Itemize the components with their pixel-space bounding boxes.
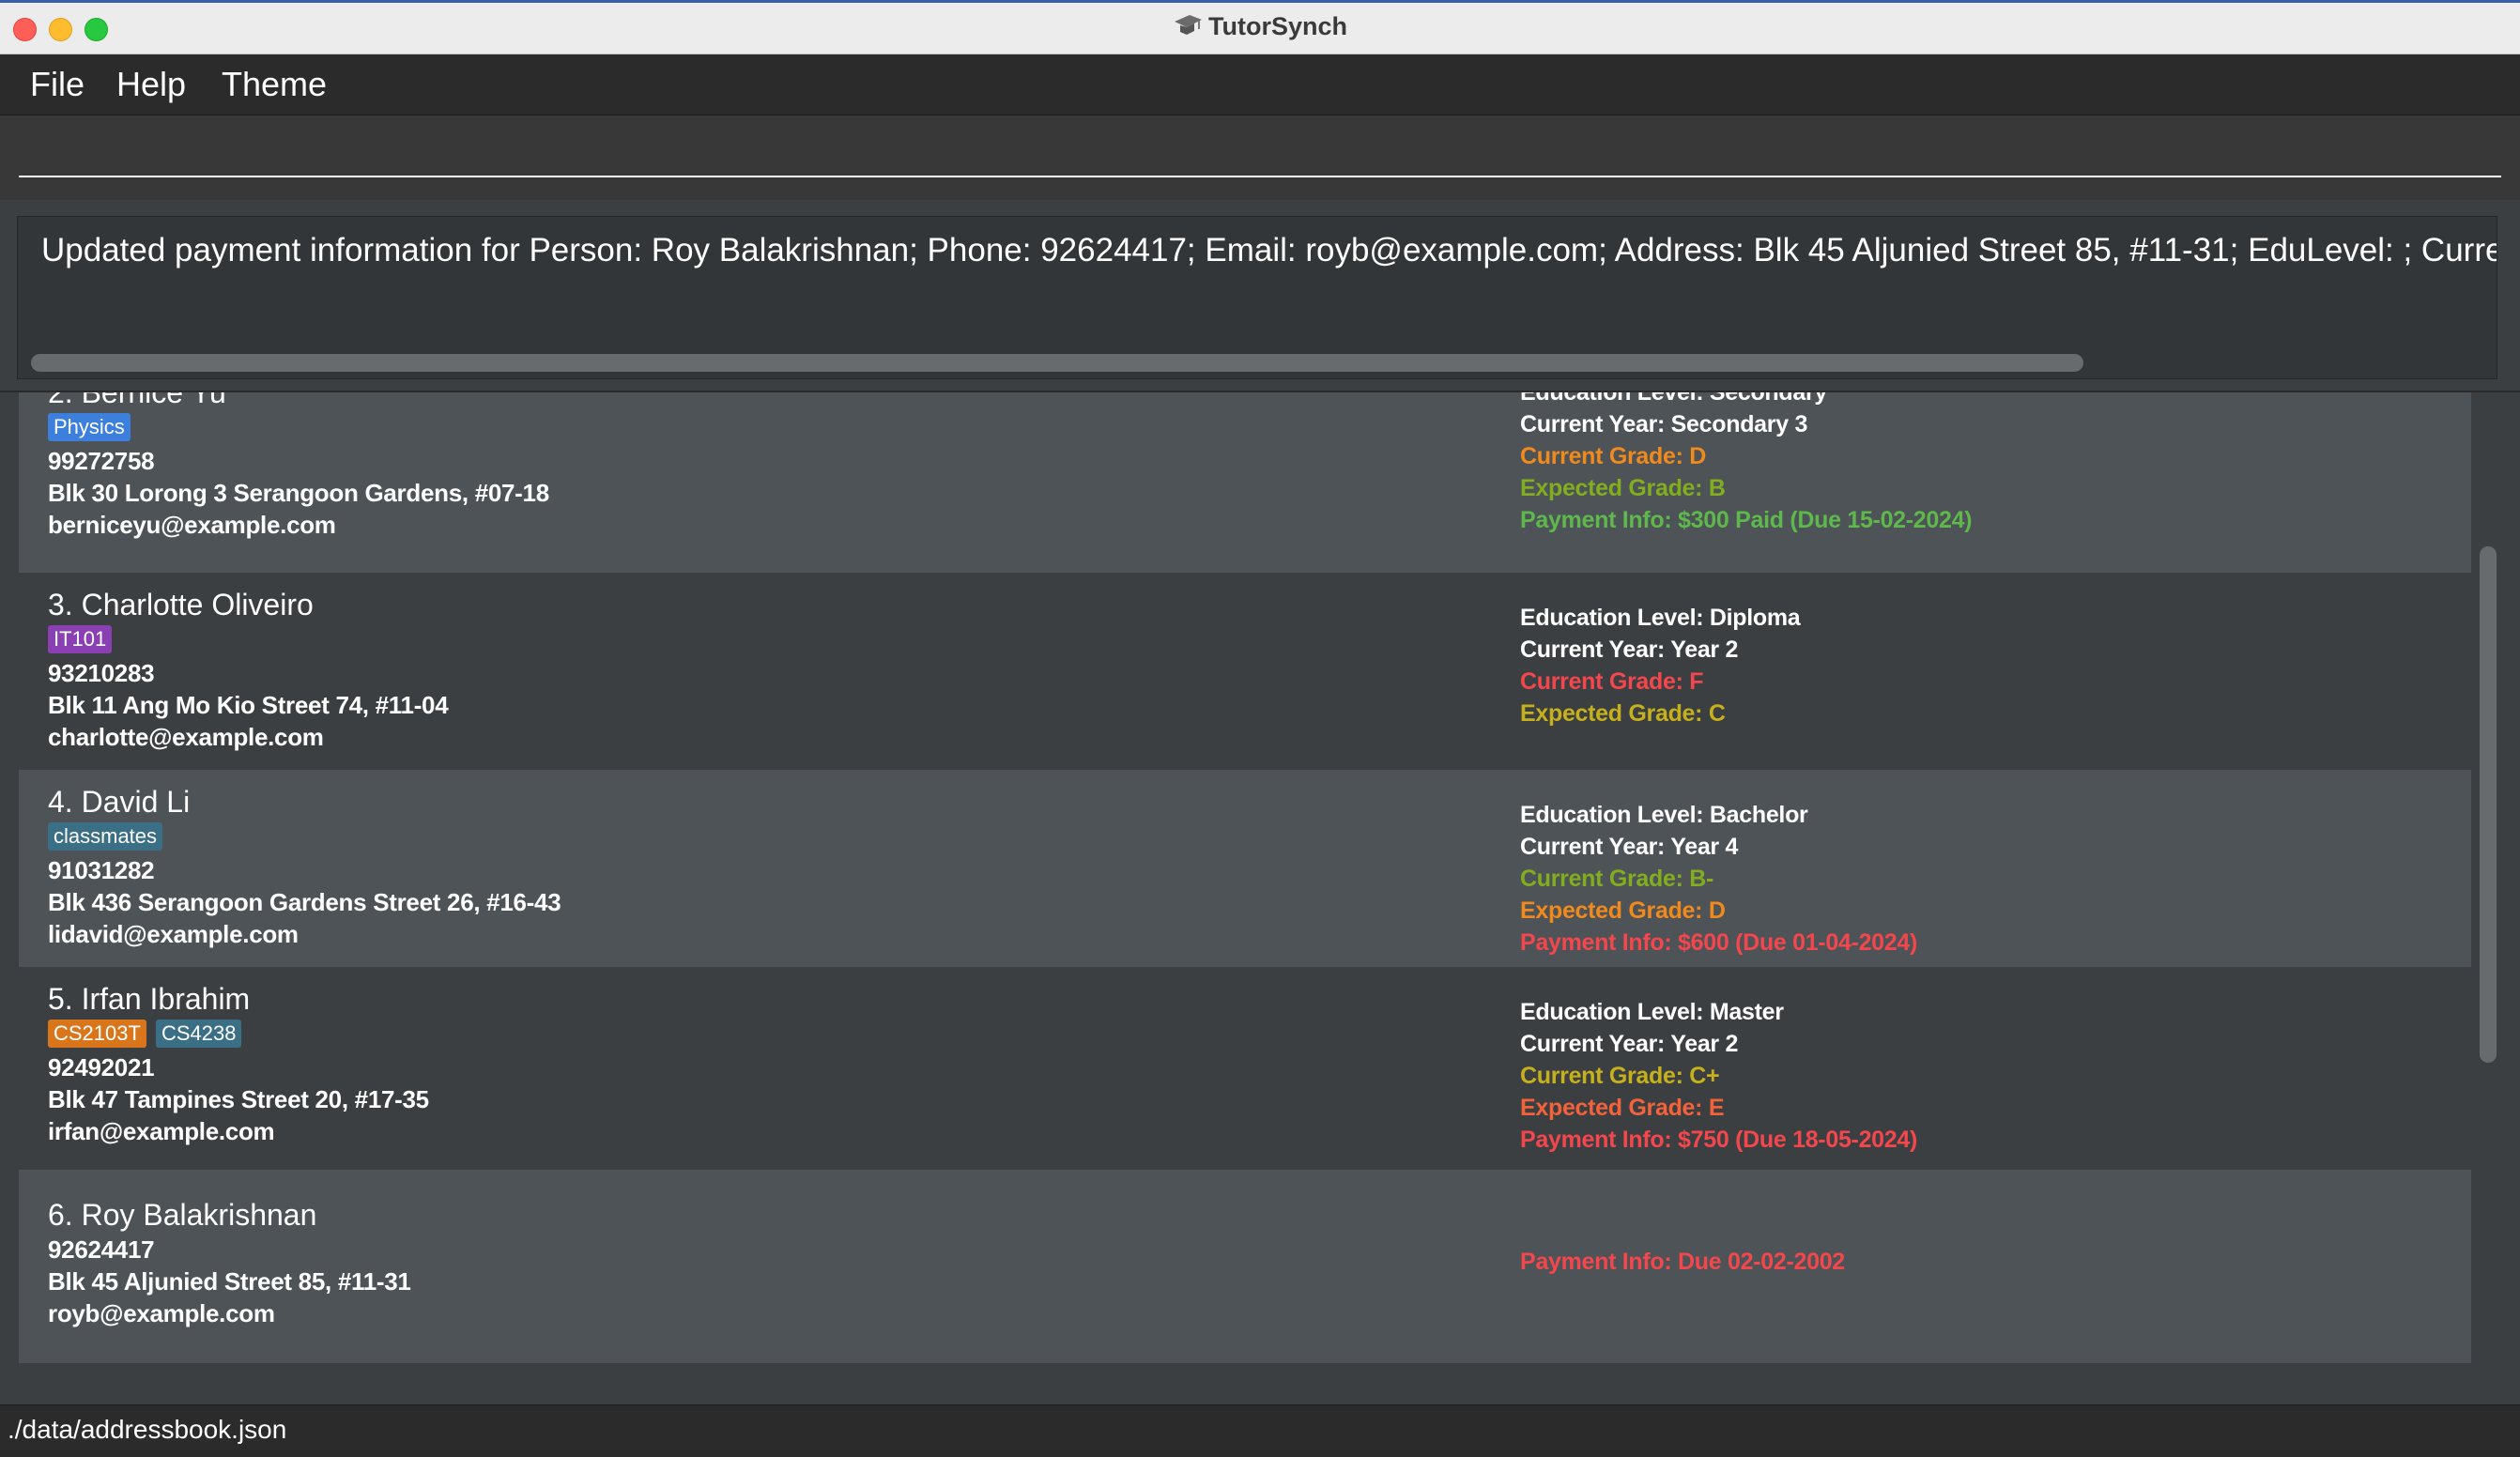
payment-info: Payment Info: $750 (Due 18-05-2024) [1520,1127,1918,1153]
person-email: royb@example.com [48,1299,275,1327]
command-box [0,115,2520,200]
current-grade: Current Grade: D [1520,443,1707,469]
person-card[interactable]: 2. Bernice Yu Physics 99272758 Blk 30 Lo… [19,392,2471,573]
title-bar: TutorSynch [0,0,2520,54]
data-file-path: ./data/addressbook.json [8,1415,287,1444]
education-level: Education Level: Bachelor [1520,802,1808,828]
person-address: Blk 436 Serangoon Gardens Street 26, #16… [48,888,561,916]
tag: CS4238 [155,1020,242,1048]
person-email: lidavid@example.com [48,920,299,948]
person-phone: 99272758 [48,447,155,475]
person-phone: 93210283 [48,659,155,687]
current-year: Current Year: Year 4 [1520,834,1739,860]
tag: CS2103T [48,1020,146,1048]
current-year: Current Year: Secondary 3 [1520,411,1808,437]
expected-grade: Expected Grade: C [1520,700,1726,727]
expected-grade: Expected Grade: B [1520,475,1726,501]
current-grade: Current Grade: C+ [1520,1063,1720,1089]
person-address: Blk 45 Aljunied Street 85, #11-31 [48,1267,411,1296]
person-card[interactable]: 3. Charlotte Oliveiro IT101 93210283 Blk… [19,573,2471,770]
person-phone: 92492021 [48,1053,155,1081]
person-address: Blk 30 Lorong 3 Serangoon Gardens, #07-1… [48,479,549,507]
person-name: 5. Irfan Ibrahim [48,982,251,1016]
person-tags: CS2103T CS4238 [48,1020,251,1048]
person-name: 4. David Li [48,785,191,819]
current-year: Current Year: Year 2 [1520,1031,1739,1057]
current-grade: Current Grade: B- [1520,866,1714,892]
expected-grade: Expected Grade: E [1520,1095,1725,1121]
menu-file[interactable]: File [30,65,85,104]
education-level: Education Level: Master [1520,999,1784,1025]
current-year: Current Year: Year 2 [1520,636,1739,663]
payment-info: Payment Info: $600 (Due 01-04-2024) [1520,929,1918,956]
education-level: Education Level: Diploma [1520,605,1801,631]
person-phone: 91031282 [48,856,155,884]
person-address: Blk 47 Tampines Street 20, #17-35 [48,1085,429,1113]
tag: classmates [48,822,163,851]
person-card[interactable]: 6. Roy Balakrishnan 92624417 Blk 45 Alju… [19,1170,2471,1363]
person-address: Blk 11 Ang Mo Kio Street 74, #11-04 [48,691,449,719]
person-card[interactable]: 5. Irfan Ibrahim CS2103T CS4238 92492021 … [19,967,2471,1164]
person-tags: Physics [48,413,140,441]
tag: IT101 [48,625,113,653]
person-name: 2. Bernice Yu [48,392,226,409]
menu-bar: File Help Theme [0,54,2520,115]
person-email: berniceyu@example.com [48,511,336,539]
list-scrollbar-thumb[interactable] [2480,546,2497,1063]
person-name: 3. Charlotte Oliveiro [48,588,314,621]
payment-info: Payment Info: $300 Paid (Due 15-02-2024) [1520,507,1973,533]
result-horizontal-scrollbar[interactable] [31,354,2083,372]
current-grade: Current Grade: F [1520,668,1704,695]
person-email: charlotte@example.com [48,723,324,751]
person-email: irfan@example.com [48,1117,275,1145]
person-name: 6. Roy Balakrishnan [48,1198,317,1232]
graduation-cap-icon [1173,12,1203,43]
window-title: TutorSynch [1208,12,1347,40]
result-display: Updated payment information for Person: … [17,216,2497,379]
expected-grade: Expected Grade: D [1520,897,1726,924]
payment-info: Payment Info: Due 02-02-2002 [1520,1249,1845,1275]
tag: Physics [48,413,131,441]
person-tags: classmates [48,822,172,851]
person-card[interactable]: 4. David Li classmates 91031282 Blk 436 … [19,770,2471,967]
education-level: Education Level: Secondary [1520,392,1828,406]
status-bar: ./data/addressbook.json [0,1404,2520,1457]
person-list: 2. Bernice Yu Physics 99272758 Blk 30 Lo… [0,392,2520,1404]
command-input[interactable] [19,132,2501,177]
person-phone: 92624417 [48,1235,155,1264]
result-message: Updated payment information for Person: … [41,232,2497,268]
menu-help[interactable]: Help [116,65,186,104]
person-tags: IT101 [48,625,121,653]
menu-theme[interactable]: Theme [222,65,327,104]
